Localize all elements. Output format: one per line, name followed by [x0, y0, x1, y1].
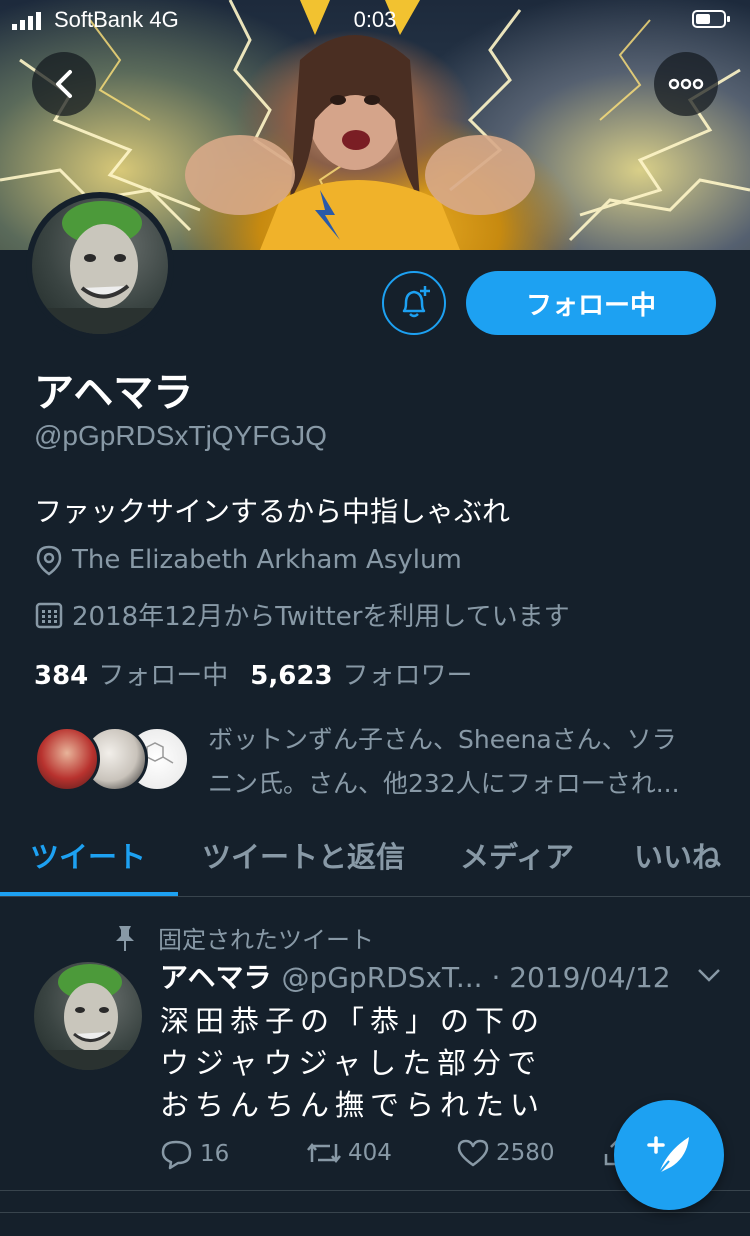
tweet-line: ウジャウジャした部分で — [160, 1046, 543, 1080]
reply-button[interactable]: 16 — [160, 1138, 229, 1170]
compose-icon — [647, 1136, 689, 1174]
bell-plus-icon — [402, 286, 430, 318]
profile-avatar[interactable] — [26, 192, 174, 340]
back-arrow-icon — [56, 70, 72, 98]
tab-media[interactable]: メディア — [460, 834, 574, 876]
tweet-header: アヘマラ @pGpRDSxT... · 2019/04/12 — [160, 956, 671, 996]
profile-handle: @pGpRDSxTjQYFGJQ — [34, 420, 327, 451]
tweet-line: おちんちん撫でられたい — [160, 1088, 546, 1122]
profile-bio: ファックサインするから中指しゃぶれ — [34, 495, 511, 528]
like-button[interactable]: 2580 — [456, 1138, 555, 1168]
following-count[interactable]: 384 — [34, 661, 88, 691]
pin-icon — [116, 925, 134, 951]
followed-by-avatars[interactable] — [34, 726, 194, 794]
follower-avatar — [34, 726, 100, 792]
compose-tweet-button[interactable] — [614, 1100, 724, 1210]
battery-icon — [692, 10, 730, 28]
tweet-handle-date: @pGpRDSxT... · 2019/04/12 — [281, 961, 671, 994]
reply-count: 16 — [200, 1141, 230, 1167]
retweet-count: 404 — [348, 1140, 392, 1166]
tweet-text: 深田恭子の「恭」の下の ウジャウジャした部分で おちんちん撫でられたい — [160, 1000, 545, 1126]
avatar-image — [32, 201, 168, 334]
location-pin-icon — [36, 545, 62, 576]
like-icon — [457, 1139, 489, 1167]
chevron-down-icon[interactable] — [696, 966, 722, 984]
tabs-divider — [0, 896, 750, 897]
calendar-icon — [35, 602, 63, 628]
back-button[interactable] — [32, 52, 96, 116]
follow-counts: 384 フォロー中 5,623 フォロワー — [34, 655, 495, 692]
followers-count[interactable]: 5,623 — [250, 661, 332, 691]
tab-tweets[interactable]: ツイート — [30, 834, 146, 876]
tweet-author-avatar[interactable] — [34, 962, 142, 1070]
joined-text: 2018年12月からTwitterを利用しています — [72, 602, 570, 632]
avatar-image — [34, 964, 142, 1070]
following-button[interactable]: フォロー中 — [466, 271, 716, 335]
followed-by-line1: ボットンずん子さん、Sheenaさん、ソラ — [208, 725, 677, 754]
followed-by-text[interactable]: ボットンずん子さん、Sheenaさん、ソラ ニン氏。さん、他232人にフォローさ… — [208, 718, 728, 806]
like-count: 2580 — [496, 1140, 555, 1166]
profile-location: The Elizabeth Arkham Asylum — [34, 544, 462, 576]
reply-icon — [161, 1140, 192, 1170]
clock: 0:03 — [353, 7, 397, 32]
pinned-indicator: 固定されたツイート — [112, 920, 374, 955]
more-options-button[interactable] — [654, 52, 718, 116]
pinned-label: 固定されたツイート — [158, 926, 374, 954]
notifications-bell-button[interactable] — [382, 271, 446, 335]
profile-name: アヘマラ — [34, 370, 194, 416]
followed-by-line2: ニン氏。さん、他232人にフォローされ... — [208, 769, 680, 798]
followers-label[interactable]: フォロワー — [343, 655, 473, 692]
location-text: The Elizabeth Arkham Asylum — [72, 545, 462, 575]
tab-tweets-and-replies[interactable]: ツイートと返信 — [202, 834, 405, 876]
status-bar: SoftBank 4G 0:03 — [0, 0, 750, 40]
tab-likes[interactable]: いいね — [634, 834, 721, 876]
following-label[interactable]: フォロー中 — [98, 655, 228, 692]
tweet-line: 深田恭子の「恭」の下の — [160, 1004, 546, 1038]
tweet-author-name[interactable]: アヘマラ — [160, 956, 271, 996]
more-icon — [668, 78, 704, 90]
retweet-button[interactable]: 404 — [306, 1138, 392, 1168]
retweet-icon — [307, 1142, 341, 1164]
tweet-divider — [0, 1212, 750, 1213]
profile-joined: 2018年12月からTwitterを利用しています — [34, 596, 570, 633]
profile-tabs: ツイート ツイートと返信 メディア いいね — [0, 830, 750, 898]
